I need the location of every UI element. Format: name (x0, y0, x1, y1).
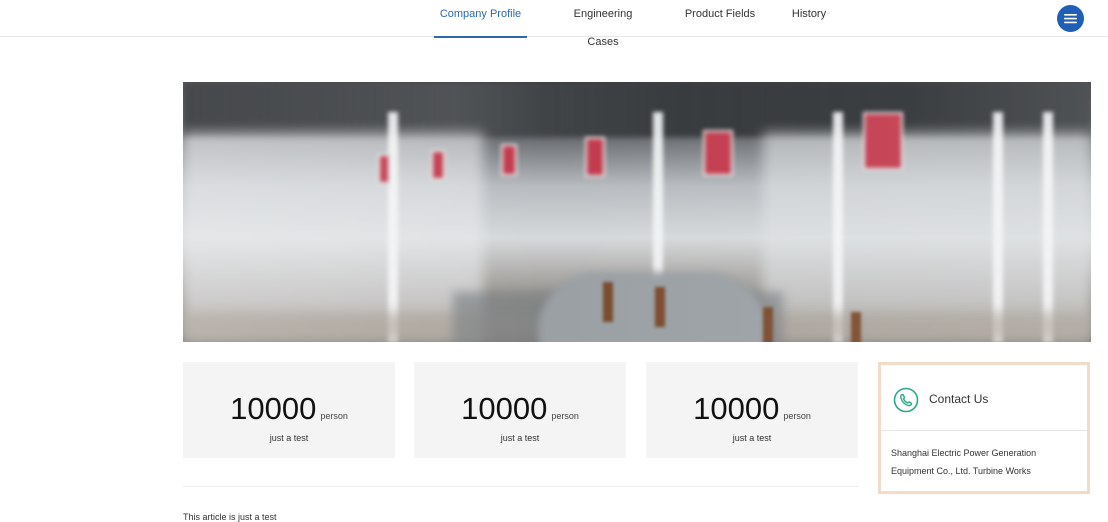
hero-factory-image (183, 82, 1091, 342)
content-divider (183, 486, 859, 487)
stat-caption: just a test (269, 433, 309, 443)
contact-address: Shanghai Electric Power Generation Equip… (891, 448, 1037, 476)
contact-card: Contact Us Shanghai Electric Power Gener… (878, 362, 1090, 494)
tab-engineering-cases[interactable]: Engineering Cases (560, 0, 646, 48)
tab-product-fields[interactable]: Product Fields (683, 0, 757, 37)
stat-value: 10000 (230, 391, 317, 426)
phone-icon (893, 387, 919, 413)
stat-unit: person (320, 411, 348, 421)
stat-value: 10000 (461, 391, 548, 426)
top-navigation: Company Profile Engineering Cases Produc… (0, 0, 1108, 48)
stat-card: 10000 person just a test (646, 362, 858, 458)
article-text: This article is just a test (183, 512, 277, 522)
contact-header[interactable]: Contact Us (881, 365, 1087, 431)
hamburger-menu-icon (1064, 14, 1077, 24)
stat-value: 10000 (693, 391, 780, 426)
contact-title: Contact Us (929, 392, 989, 406)
stat-card: 10000 person just a test (183, 362, 395, 458)
stat-unit: person (783, 411, 811, 421)
stat-unit: person (551, 411, 579, 421)
stat-card: 10000 person just a test (414, 362, 626, 458)
tab-company-profile[interactable]: Company Profile (434, 0, 527, 38)
stat-caption: just a test (732, 433, 772, 443)
menu-button[interactable] (1057, 5, 1084, 32)
tab-history[interactable]: History (786, 0, 832, 37)
stat-caption: just a test (500, 433, 540, 443)
